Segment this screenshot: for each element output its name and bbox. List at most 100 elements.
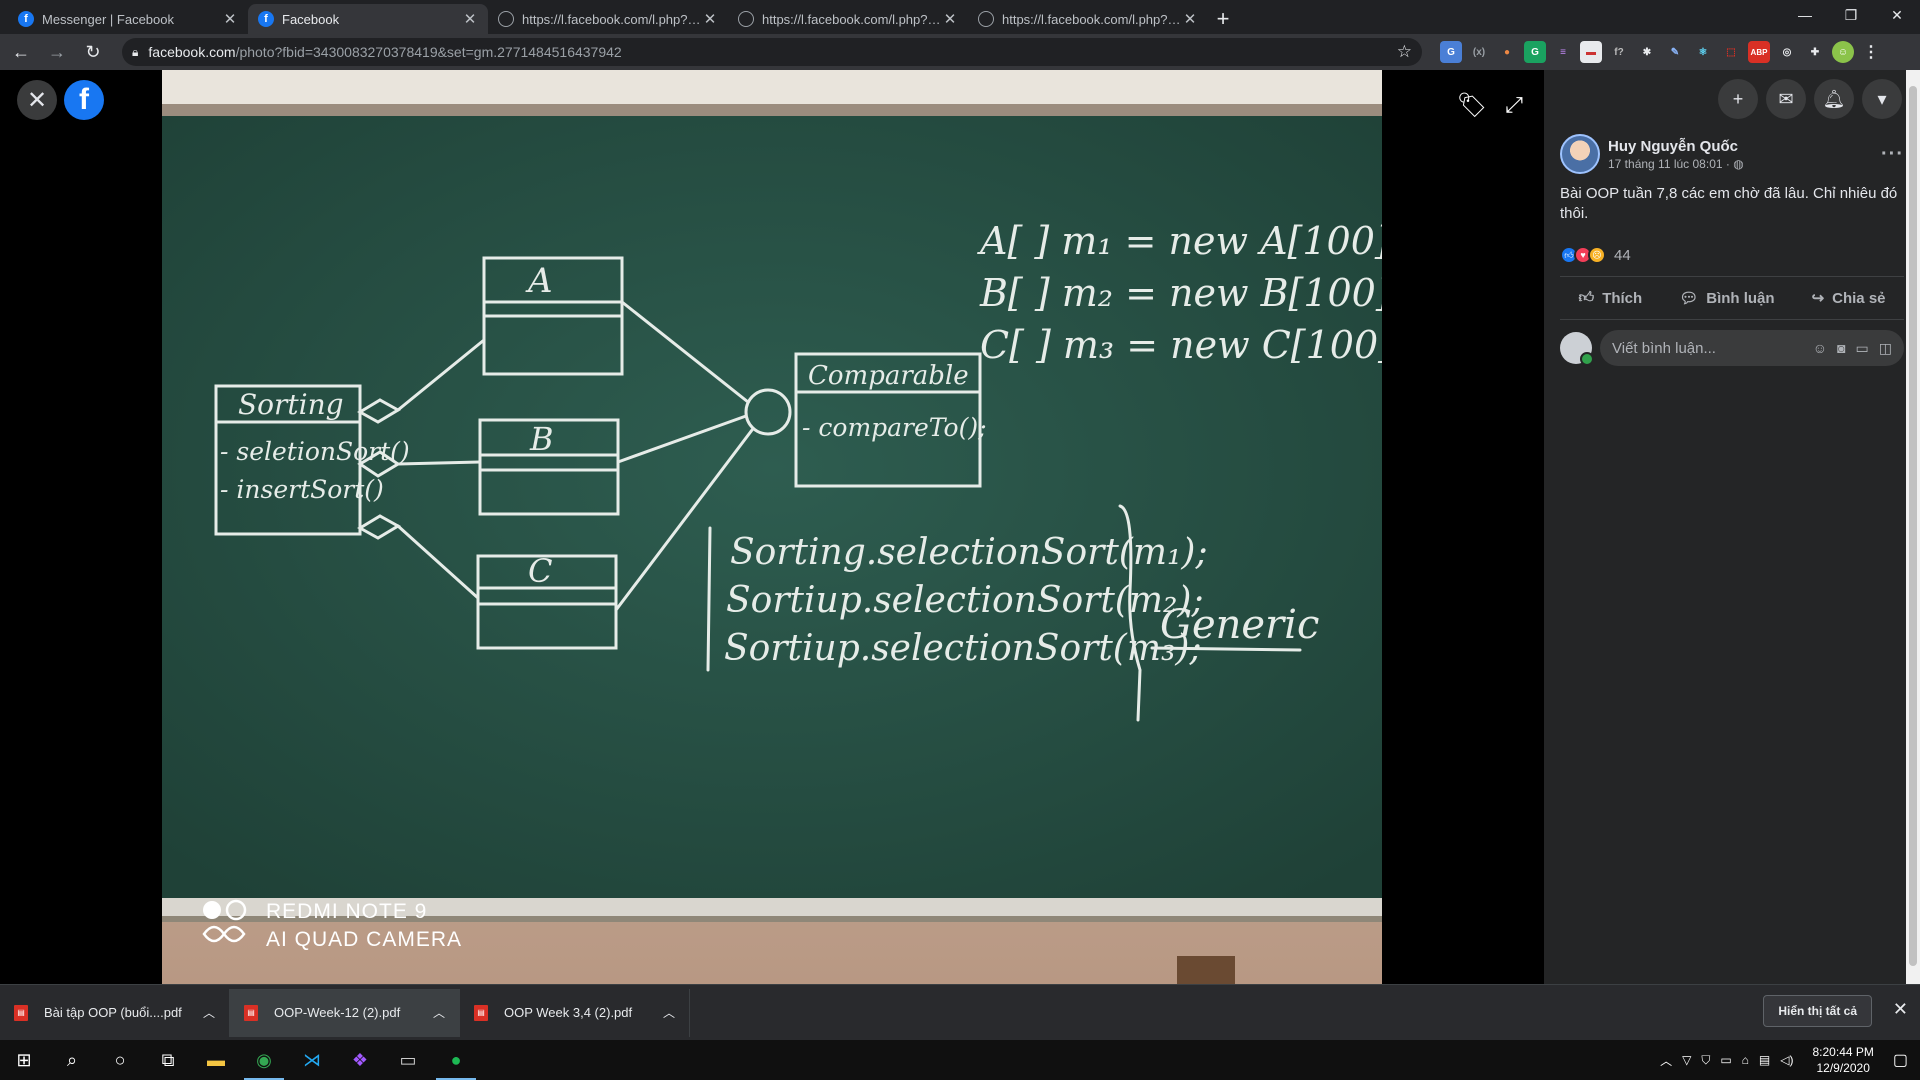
stack-extension-icon[interactable]: ≡ bbox=[1552, 41, 1574, 63]
comment-button[interactable]: 💬︎ Bình luận bbox=[1679, 289, 1774, 308]
window-close-icon[interactable]: ✕ bbox=[1874, 0, 1920, 30]
minimize-icon[interactable]: — bbox=[1782, 0, 1828, 30]
share-button[interactable]: ↪ Chia sẻ bbox=[1811, 289, 1886, 308]
more-options-icon[interactable]: ··· bbox=[1881, 143, 1904, 166]
vscode-icon[interactable]: ⋊ bbox=[288, 1040, 336, 1080]
download-item[interactable]: ▤ OOP Week 3,4 (2).pdf ︿ bbox=[460, 988, 690, 1037]
vpn-icon[interactable]: ▽ bbox=[1682, 1053, 1691, 1067]
comment-input[interactable]: Viết bình luận... ☺ ◙ ▭ ◫ bbox=[1600, 330, 1904, 366]
messenger-icon[interactable]: ✉ bbox=[1766, 79, 1806, 119]
tray-overflow-icon[interactable]: ︿ bbox=[1660, 1052, 1672, 1069]
post-timestamp[interactable]: 17 tháng 11 lúc 08:01 · ◍ bbox=[1608, 157, 1881, 171]
notifications-bell-icon[interactable]: 🔔︎ bbox=[1814, 79, 1854, 119]
emoji-icon[interactable]: ☺ bbox=[1813, 340, 1827, 356]
chevron-up-icon[interactable]: ︿ bbox=[203, 1004, 215, 1021]
camera-icon[interactable]: ◙ bbox=[1837, 340, 1845, 356]
translate-extension-icon[interactable]: G bbox=[1440, 41, 1462, 63]
comment-placeholder: Viết bình luận... bbox=[1612, 339, 1716, 357]
tab-link-2[interactable]: https://l.facebook.com/l.php?u= ✕ bbox=[728, 4, 968, 34]
share-arrow-icon: ↪ bbox=[1811, 290, 1825, 307]
close-shelf-icon[interactable]: ✕ bbox=[1893, 999, 1908, 1020]
download-item[interactable]: ▤ OOP-Week-12 (2).pdf ︿ bbox=[230, 988, 460, 1037]
facebook-logo-icon[interactable]: f bbox=[64, 80, 104, 120]
current-user-avatar[interactable] bbox=[1560, 332, 1594, 366]
close-tab-icon[interactable]: ✕ bbox=[1182, 10, 1198, 28]
chevron-up-icon[interactable]: ︿ bbox=[663, 1004, 675, 1021]
reactions-summary[interactable]: 👍︎ ♥ ☹ 44 bbox=[1544, 234, 1920, 276]
figma-icon[interactable]: ❖ bbox=[336, 1040, 384, 1080]
tag-icon[interactable]: 🏷︎ bbox=[1455, 88, 1489, 122]
browser-toolbar: ← → ↻ 🔒︎ facebook.com /photo?fbid=343008… bbox=[0, 34, 1920, 70]
create-plus-icon[interactable]: + bbox=[1718, 79, 1758, 119]
display-icon[interactable]: ▤ bbox=[1759, 1053, 1770, 1067]
shield-icon[interactable]: ⛉ bbox=[1701, 1053, 1710, 1068]
fullscreen-icon[interactable]: ⤢ bbox=[1497, 88, 1531, 122]
declaration-2: B[ ] m₂ = new B[100]; bbox=[979, 271, 1382, 315]
tab-link-3[interactable]: https://l.facebook.com/l.php?u= ✕ bbox=[968, 4, 1208, 34]
adblock-extension-icon[interactable]: ABP bbox=[1748, 41, 1770, 63]
task-view-icon[interactable]: ⧉ bbox=[144, 1040, 192, 1080]
sticker-icon[interactable]: ◫ bbox=[1879, 340, 1892, 357]
pen-extension-icon[interactable]: ✎ bbox=[1664, 41, 1686, 63]
scrollbar-thumb[interactable] bbox=[1909, 86, 1917, 966]
windows-taskbar: ⊞ ⌕ ○ ⧉ ▬ ◉ ⋊ ❖ ▭ ● ︿ ▽ ⛉ ▭ ⌂ ▤ ◁) 8:20:… bbox=[0, 1040, 1920, 1080]
chrome-icon[interactable]: ◉ bbox=[240, 1040, 288, 1080]
extensions-bar: G (x) ● G ≡ ▬ f? ✱ ✎ ⚛ ⬚ ABP ◎ ✚ ☺ ⋮ bbox=[1440, 41, 1882, 63]
windows-start-icon[interactable]: ⊞ bbox=[0, 1040, 48, 1080]
close-tab-icon[interactable]: ✕ bbox=[222, 10, 238, 28]
account-dropdown-icon[interactable]: ▾ bbox=[1862, 79, 1902, 119]
react-devtools-icon[interactable]: ⚛ bbox=[1692, 41, 1714, 63]
like-button[interactable]: 👍︎ Thích bbox=[1579, 289, 1643, 307]
cortana-icon[interactable]: ○ bbox=[96, 1040, 144, 1080]
puzzle-extensions-icon[interactable]: ✚ bbox=[1804, 41, 1826, 63]
comparable-title: Comparable bbox=[808, 361, 969, 391]
grammarly-extension-icon[interactable]: G bbox=[1524, 41, 1546, 63]
author-avatar[interactable] bbox=[1560, 134, 1600, 174]
terminal-icon[interactable]: ▭ bbox=[384, 1040, 432, 1080]
code-extension-icon[interactable]: (x) bbox=[1468, 41, 1490, 63]
search-icon[interactable]: ⌕ bbox=[48, 1040, 96, 1080]
file-explorer-icon[interactable]: ▬ bbox=[192, 1040, 240, 1080]
facebook-icon: f bbox=[258, 11, 274, 27]
gif-icon[interactable]: ▭ bbox=[1856, 340, 1869, 357]
reload-icon[interactable]: ↻ bbox=[78, 37, 108, 67]
forward-icon[interactable]: → bbox=[42, 37, 72, 67]
tab-messenger[interactable]: f Messenger | Facebook ✕ bbox=[8, 4, 248, 34]
close-tab-icon[interactable]: ✕ bbox=[702, 10, 718, 28]
gear-extension-icon[interactable]: ✱ bbox=[1636, 41, 1658, 63]
battery-icon[interactable]: ▭ bbox=[1720, 1053, 1731, 1067]
page-scrollbar[interactable] bbox=[1906, 70, 1920, 984]
close-tab-icon[interactable]: ✕ bbox=[462, 10, 478, 28]
pdf-extension-icon[interactable]: ⬚ bbox=[1720, 41, 1742, 63]
card-extension-icon[interactable]: ▬ bbox=[1580, 41, 1602, 63]
close-tab-icon[interactable]: ✕ bbox=[942, 10, 958, 28]
back-icon[interactable]: ← bbox=[6, 37, 36, 67]
lock-icon[interactable]: 🔒︎ bbox=[132, 45, 138, 60]
profile-avatar-icon[interactable]: ☺ bbox=[1832, 41, 1854, 63]
post-header: Huy Nguyễn Quốc 17 tháng 11 lúc 08:01 · … bbox=[1544, 128, 1920, 174]
bookmark-star-icon[interactable]: ☆ bbox=[1397, 42, 1412, 62]
chevron-up-icon[interactable]: ︿ bbox=[433, 1004, 445, 1021]
action-center-icon[interactable]: ▢ bbox=[1893, 1050, 1908, 1070]
comment-composer: Viết bình luận... ☺ ◙ ▭ ◫ bbox=[1544, 320, 1920, 376]
volume-icon[interactable]: ◁) bbox=[1780, 1053, 1793, 1067]
declaration-3: C[ ] m₃ = new C[100]; bbox=[980, 323, 1382, 367]
circle-extension-icon[interactable]: ◎ bbox=[1776, 41, 1798, 63]
tab-facebook[interactable]: f Facebook ✕ bbox=[248, 4, 488, 34]
new-tab-button[interactable]: + bbox=[1208, 4, 1238, 34]
system-clock[interactable]: 8:20:44 PM 12/9/2020 bbox=[1813, 1044, 1874, 1076]
address-bar[interactable]: 🔒︎ facebook.com /photo?fbid=343008327037… bbox=[122, 38, 1422, 66]
restore-icon[interactable]: ❐ bbox=[1828, 0, 1874, 30]
globe-icon bbox=[738, 11, 754, 27]
download-item[interactable]: ▤ Bài tập OOP (buổi....pdf ︿ bbox=[0, 988, 230, 1037]
color-picker-extension-icon[interactable]: ● bbox=[1496, 41, 1518, 63]
close-icon[interactable]: ✕ bbox=[17, 80, 57, 120]
network-icon[interactable]: ⌂ bbox=[1742, 1053, 1749, 1067]
tab-link-1[interactable]: https://l.facebook.com/l.php?u= ✕ bbox=[488, 4, 728, 34]
spotify-icon[interactable]: ● bbox=[432, 1040, 480, 1080]
formula-extension-icon[interactable]: f? bbox=[1608, 41, 1630, 63]
share-label: Chia sẻ bbox=[1832, 289, 1886, 307]
author-name[interactable]: Huy Nguyễn Quốc bbox=[1608, 138, 1881, 155]
show-all-downloads-button[interactable]: Hiển thị tất cả bbox=[1763, 995, 1872, 1027]
browser-menu-icon[interactable]: ⋮ bbox=[1860, 41, 1882, 63]
